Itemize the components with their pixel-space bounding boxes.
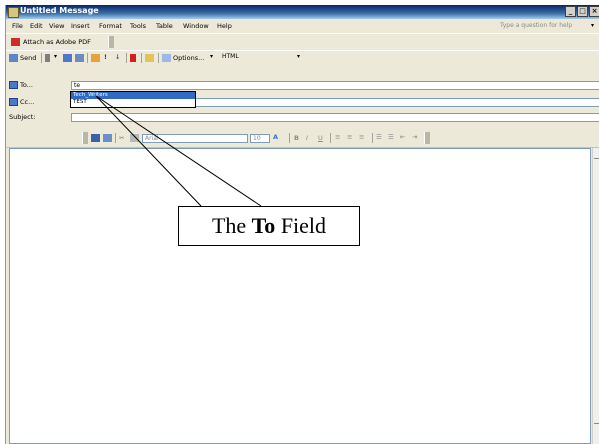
callout-suffix: Field <box>275 213 327 238</box>
callout-bold-word: To <box>251 213 276 238</box>
callout-prefix: The <box>211 213 252 238</box>
callout-box: The To Field <box>178 206 360 246</box>
callout-pointer-line <box>95 95 262 207</box>
